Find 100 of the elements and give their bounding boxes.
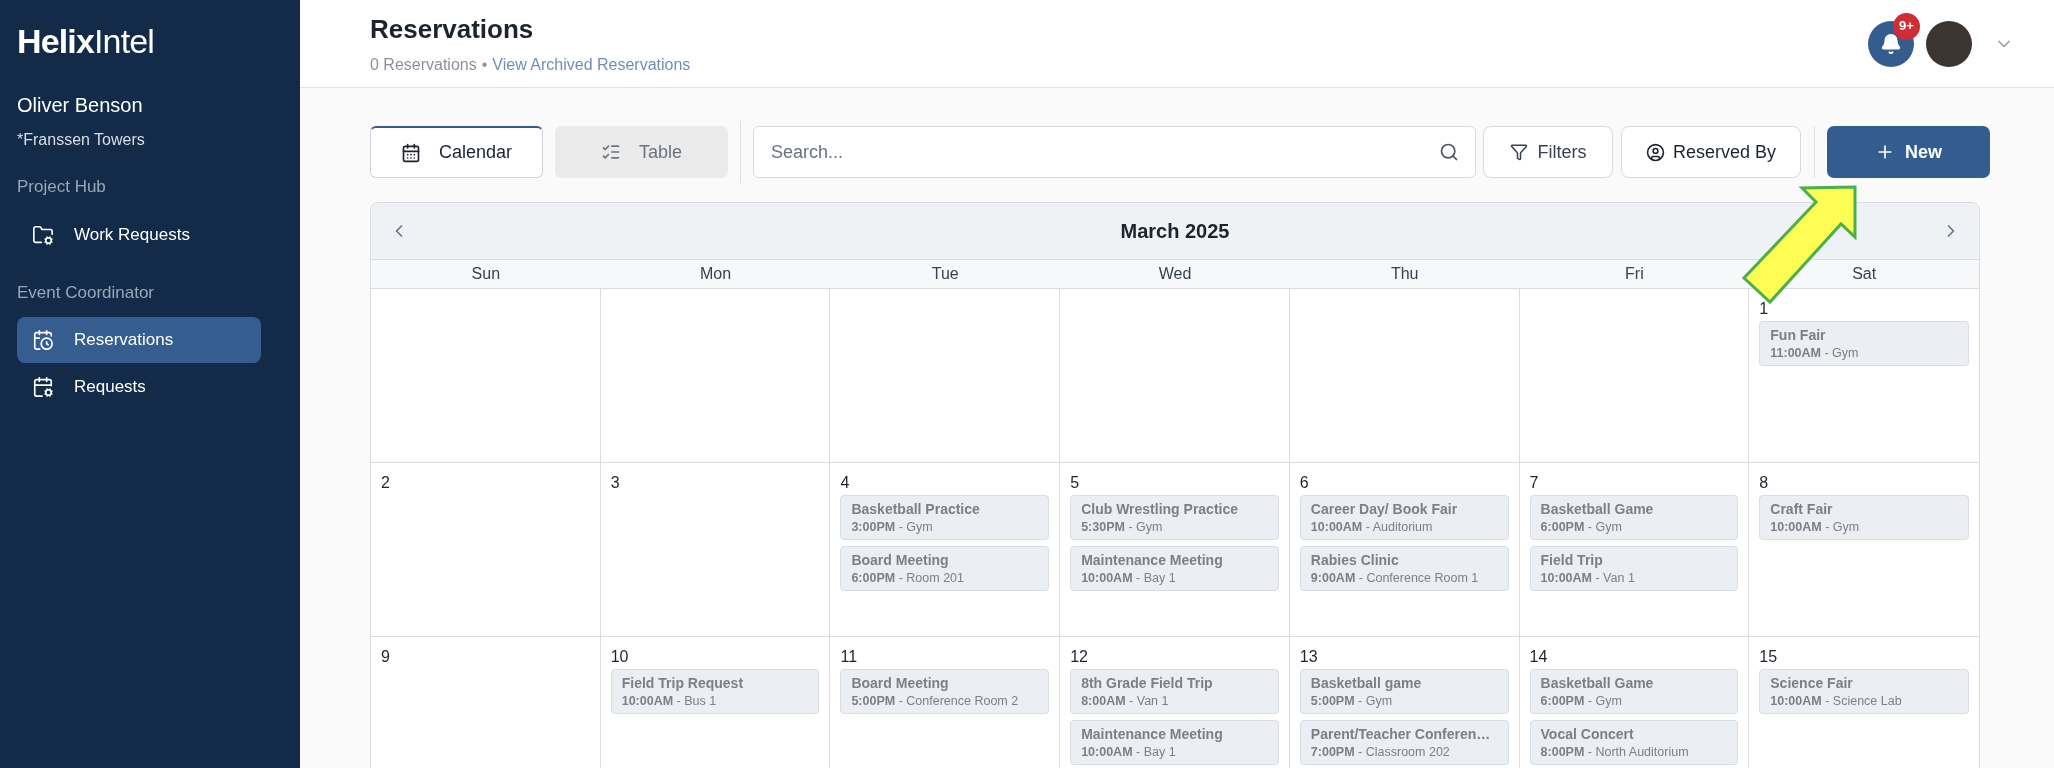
user-name: Oliver Benson [17,93,144,118]
event-time-place: 8:00PM - North Auditorium [1540,744,1690,761]
event-title: Basketball Practice [851,500,981,519]
sidebar-item[interactable]: Work Requests [17,211,261,258]
new-button[interactable]: New [1827,126,1990,178]
event-card[interactable]: Fun Fair 11:00AM - Gym [1759,321,1969,366]
weekday-header: Sun [470,264,502,284]
event-time-place: 3:00PM - Gym [851,519,934,536]
event-title: Parent/Teacher Conferen… [1310,725,1492,744]
separator-dot: • [481,55,488,75]
event-time-place: 10:00AM - Auditorium [1310,519,1434,536]
event-card[interactable]: Club Wrestling Practice 5:30PM - Gym [1070,495,1279,540]
view-tab[interactable]: Table [555,126,728,178]
event-title: Basketball Game [1540,500,1655,519]
event-time-place: 10:00AM - Bay 1 [1081,570,1177,587]
event-card[interactable]: Basketball Game 6:00PM - Gym [1529,669,1739,714]
event-time-place: 6:00PM - Room 201 [851,570,965,587]
event-time-place: 10:00AM - Van 1 [1540,570,1636,587]
site-name: *Franssen Towers [17,130,146,150]
day-number: 10 [610,647,630,667]
event-title: Field Trip [1540,551,1604,570]
view-tab[interactable]: Calendar [370,126,543,178]
event-card[interactable]: Field Trip Request 10:00AM - Bus 1 [610,669,820,714]
event-title: Vocal Concert [1540,725,1635,744]
day-number: 3 [610,473,621,493]
event-card[interactable]: Rabies Clinic 9:00AM - Conference Room 1 [1299,546,1509,591]
filter-icon [1509,143,1528,161]
event-title: Board Meeting [851,551,950,570]
event-card[interactable]: 8th Grade Field Trip 8:00AM - Van 1 [1070,669,1279,714]
event-card[interactable]: Maintenance Meeting 10:00AM - Bay 1 [1070,720,1279,765]
day-number: 5 [1070,473,1081,493]
day-number: 7 [1529,473,1540,493]
calendar-clock-icon [32,329,54,351]
event-card[interactable]: Basketball game 5:00PM - Gym [1299,669,1509,714]
event-card[interactable]: Basketball Game 6:00PM - Gym [1529,495,1739,540]
event-card[interactable]: Basketball Practice 3:00PM - Gym [840,495,1050,540]
sidebar-item[interactable]: Reservations [17,317,261,363]
reserved-by-button[interactable]: Reserved By [1621,126,1801,178]
event-card[interactable]: Maintenance Meeting 10:00AM - Bay 1 [1070,546,1279,591]
sidebar-item[interactable]: Requests [17,364,261,410]
bell-icon [1880,32,1902,55]
event-time-place: 10:00AM - Bus 1 [621,693,718,710]
event-card[interactable]: Board Meeting 6:00PM - Room 201 [840,546,1050,591]
folder-gear-icon [32,223,54,246]
event-card[interactable]: Board Meeting 5:00PM - Conference Room 2 [840,669,1050,714]
event-title: Field Trip Request [621,674,745,693]
day-number: 1 [1759,299,1770,319]
event-card[interactable]: Parent/Teacher Conferen… 7:00PM - Classroom 202 [1299,720,1509,765]
event-time-place: 5:00PM - Gym [1310,693,1394,710]
weekday-header: Tue [930,264,960,284]
event-card[interactable]: Field Trip 10:00AM - Van 1 [1529,546,1739,591]
day-number: 14 [1529,647,1549,667]
section-heading: Event Coordinator [17,281,156,304]
day-number: 15 [1759,647,1779,667]
event-title: Basketball Game [1540,674,1655,693]
event-title: Career Day/ Book Fair [1310,500,1459,519]
section-heading: Project Hub [17,176,107,198]
event-card[interactable]: Science Fair 10:00AM - Science Lab [1759,669,1969,714]
event-title: Craft Fair [1770,500,1834,519]
event-time-place: 9:00AM - Conference Room 1 [1310,570,1480,587]
event-time-place: 6:00PM - Gym [1540,519,1623,536]
day-number: 2 [381,473,391,493]
notification-badge: 9+ [1893,12,1920,40]
search-field[interactable]: Search... [753,126,1476,178]
event-title: Basketball game [1310,674,1423,693]
event-time-place: 11:00AM - Gym [1770,345,1860,362]
event-time-place: 10:00AM - Bay 1 [1081,744,1177,761]
month-title: March 2025 [1120,219,1230,244]
day-number: 13 [1299,647,1319,667]
event-title: Maintenance Meeting [1081,551,1224,570]
event-time-place: 5:00PM - Conference Room 2 [851,693,1020,710]
day-number: 8 [1759,473,1770,493]
logo: HelixIntel [17,24,156,58]
day-number: 12 [1070,647,1089,667]
reservation-count: 0 Reservations [370,55,477,75]
day-number: 9 [381,647,391,667]
day-number: 4 [840,473,851,493]
event-title: Fun Fair [1770,326,1827,345]
event-time-place: 10:00AM - Science Lab [1770,693,1903,710]
event-title: Maintenance Meeting [1081,725,1224,744]
event-time-place: 8:00AM - Van 1 [1081,693,1170,710]
event-title: Rabies Clinic [1310,551,1400,570]
weekday-header: Fri [1624,264,1645,284]
calendar-gear-icon [32,376,54,398]
event-card[interactable]: Craft Fair 10:00AM - Gym [1759,495,1969,540]
weekday-header: Sat [1851,264,1878,284]
search-icon [1439,142,1459,162]
event-time-place: 10:00AM - Gym [1770,519,1861,536]
day-number: 6 [1299,473,1310,493]
filters-button[interactable]: Filters [1483,126,1613,178]
event-time-place: 7:00PM - Classroom 202 [1310,744,1451,761]
weekday-header: Wed [1157,264,1193,284]
event-title: Club Wrestling Practice [1081,500,1240,519]
event-card[interactable]: Vocal Concert 8:00PM - North Auditorium [1529,720,1739,765]
event-title: 8th Grade Field Trip [1081,674,1214,693]
avatar[interactable] [1926,20,1972,67]
event-card[interactable]: Career Day/ Book Fair 10:00AM - Auditorium [1299,495,1509,540]
page-title: Reservations [370,13,535,46]
user-circle-icon [1645,142,1665,162]
archived-link[interactable]: View Archived Reservations [492,53,691,77]
